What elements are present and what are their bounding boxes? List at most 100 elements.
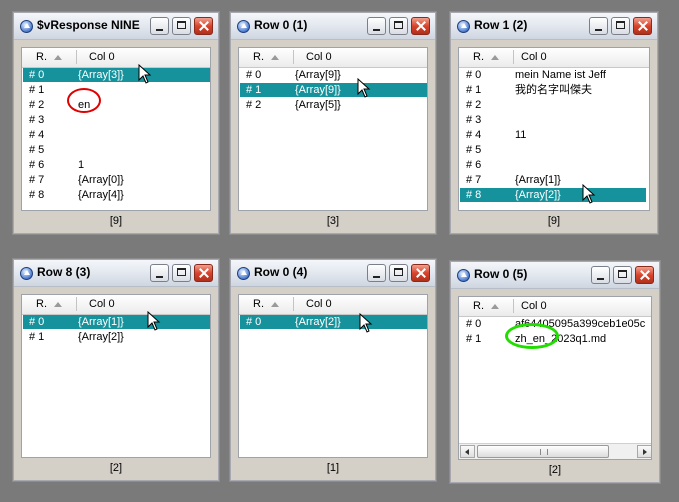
array-list[interactable]: R. Col 0 # 0 {Array[1]} # 1 {Array[2]} [21, 294, 211, 458]
app-icon[interactable] [457, 269, 470, 282]
row-value: {Array[3]} [78, 69, 124, 81]
list-item[interactable]: # 6 [460, 158, 646, 172]
minimize-button[interactable] [367, 17, 386, 35]
list-item[interactable]: # 3 [460, 113, 646, 127]
column-divider[interactable] [76, 297, 77, 311]
app-icon[interactable] [20, 20, 33, 33]
list-item[interactable]: # 1 我的名字叫傑夫 [460, 83, 646, 97]
close-button[interactable] [635, 266, 654, 284]
app-icon[interactable] [237, 267, 250, 280]
col0-column-header[interactable]: Col 0 [306, 51, 332, 63]
minimize-button[interactable] [367, 264, 386, 282]
close-button[interactable] [411, 264, 430, 282]
maximize-button[interactable] [389, 264, 408, 282]
app-icon[interactable] [20, 267, 33, 280]
list-item[interactable]: # 3 [23, 113, 210, 127]
list-item[interactable]: # 0 {Array[3]} [23, 68, 210, 82]
title-bar[interactable]: Row 0 (5) [451, 262, 659, 289]
index-column-header[interactable]: R. [473, 51, 484, 63]
horizontal-scrollbar[interactable] [459, 443, 651, 459]
title-bar[interactable]: Row 0 (1) [231, 13, 435, 40]
index-column-header[interactable]: R. [253, 51, 264, 63]
col0-column-header[interactable]: Col 0 [89, 51, 115, 63]
column-divider[interactable] [293, 50, 294, 64]
array-list[interactable]: R. Col 0 # 0 mein Name ist Jeff # 1 我的名字叫傑… [458, 47, 650, 211]
list-item[interactable]: # 0 {Array[1]} [23, 315, 210, 329]
list-item[interactable]: # 8 {Array[4]} [23, 188, 210, 202]
list-item[interactable]: # 0 {Array[2]} [240, 315, 427, 329]
sort-arrow-icon [271, 55, 279, 60]
green-highlight-circle [505, 323, 559, 349]
row-value: 11 [515, 129, 527, 141]
scroll-right-arrow-icon[interactable] [637, 445, 651, 458]
row-value: {Array[0]} [78, 174, 124, 186]
list-item[interactable]: # 8 {Array[2]} [460, 188, 646, 202]
list-item[interactable]: # 5 [460, 143, 646, 157]
close-button[interactable] [411, 17, 430, 35]
index-column-header[interactable]: R. [36, 51, 47, 63]
maximize-button[interactable] [611, 17, 630, 35]
col0-column-header[interactable]: Col 0 [521, 300, 547, 312]
column-divider[interactable] [76, 50, 77, 64]
row-index: # 2 [29, 99, 45, 111]
list-item[interactable]: # 1 [23, 83, 210, 97]
list-item[interactable]: # 7 {Array[1]} [460, 173, 646, 187]
title-bar[interactable]: Row 0 (4) [231, 260, 435, 287]
list-item[interactable]: # 0 {Array[9]} [240, 68, 427, 82]
index-column-header[interactable]: R. [473, 300, 484, 312]
maximize-button[interactable] [613, 266, 632, 284]
array-list[interactable]: R. Col 0 # 0 af64405095a399ceb1e05c # 1 zh… [458, 296, 652, 460]
close-button[interactable] [194, 264, 213, 282]
scrollbar-thumb[interactable] [477, 445, 609, 458]
list-item[interactable]: # 5 [23, 143, 210, 157]
close-button[interactable] [194, 17, 213, 35]
minimize-button[interactable] [589, 17, 608, 35]
maximize-button[interactable] [389, 17, 408, 35]
row-index: # 3 [29, 114, 45, 126]
minimize-button[interactable] [150, 264, 169, 282]
row-index: # 0 [466, 69, 482, 81]
list-item[interactable]: # 2 en [23, 98, 210, 112]
list-item[interactable]: # 2 [460, 98, 646, 112]
col0-column-header[interactable]: Col 0 [521, 51, 547, 63]
list-item[interactable]: # 4 [23, 128, 210, 142]
scroll-left-arrow-icon[interactable] [460, 445, 475, 458]
item-count-footer: [2] [109, 462, 123, 474]
list-item[interactable]: # 0 af64405095a399ceb1e05c [460, 317, 651, 331]
close-button[interactable] [633, 17, 652, 35]
app-icon[interactable] [237, 20, 250, 33]
title-bar[interactable]: $vResponse NINE [14, 13, 218, 40]
index-column-header[interactable]: R. [253, 298, 264, 310]
list-item[interactable]: # 1 {Array[2]} [23, 330, 210, 344]
col0-column-header[interactable]: Col 0 [89, 298, 115, 310]
list-item[interactable]: # 0 mein Name ist Jeff [460, 68, 646, 82]
row-value: {Array[9]} [295, 69, 341, 81]
column-divider[interactable] [210, 50, 211, 64]
maximize-button[interactable] [172, 264, 191, 282]
title-bar[interactable]: Row 8 (3) [14, 260, 218, 287]
array-list[interactable]: R. Col 0 # 0 {Array[2]} [238, 294, 428, 458]
list-item[interactable]: # 2 {Array[5]} [240, 98, 427, 112]
column-divider[interactable] [513, 50, 514, 64]
row-index: # 6 [466, 159, 482, 171]
window-title: Row 8 (3) [37, 265, 91, 279]
list-item[interactable]: # 4 11 [460, 128, 646, 142]
window-title: Row 0 (1) [254, 18, 308, 32]
title-bar[interactable]: Row 1 (2) [451, 13, 657, 40]
column-divider[interactable] [513, 299, 514, 313]
list-item[interactable]: # 1 {Array[9]} [240, 83, 427, 97]
app-icon[interactable] [457, 20, 470, 33]
col0-column-header[interactable]: Col 0 [306, 298, 332, 310]
minimize-button[interactable] [591, 266, 610, 284]
row-value: {Array[9]} [295, 84, 341, 96]
list-item[interactable]: # 7 {Array[0]} [23, 173, 210, 187]
array-list[interactable]: R. Col 0 # 0 {Array[9]} # 1 {Array[9]} # 2… [238, 47, 428, 211]
index-column-header[interactable]: R. [36, 298, 47, 310]
array-viewer-window-row0-4: Row 0 (4) R. Col 0 # 0 {Array[2]} [1] [230, 259, 436, 481]
list-item[interactable]: # 6 1 [23, 158, 210, 172]
row-index: # 0 [29, 316, 45, 328]
maximize-button[interactable] [172, 17, 191, 35]
array-list[interactable]: R. Col 0 # 0 {Array[3]} # 1 # 2 en # 3 # 4… [21, 47, 211, 211]
minimize-button[interactable] [150, 17, 169, 35]
column-divider[interactable] [293, 297, 294, 311]
